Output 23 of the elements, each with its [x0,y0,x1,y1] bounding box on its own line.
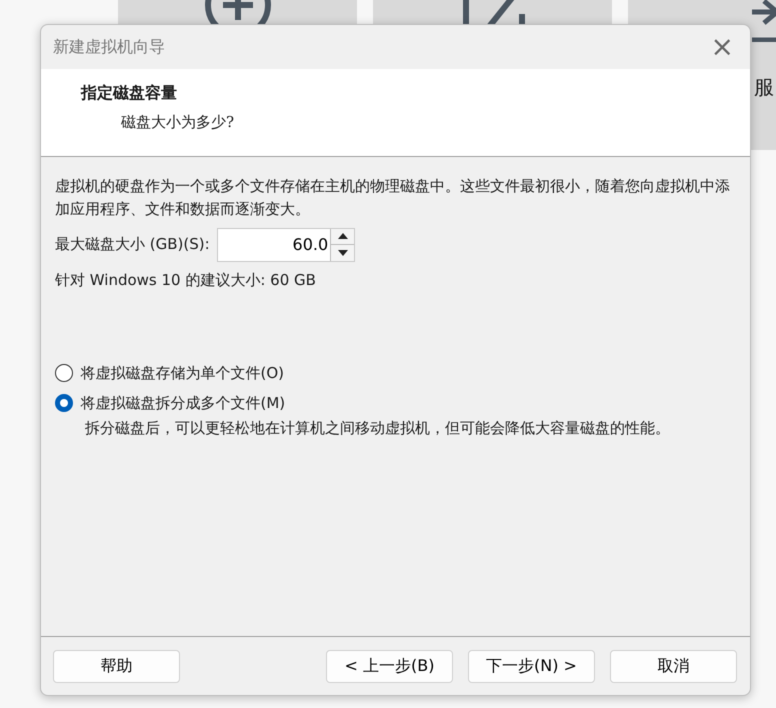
radio-label[interactable]: 将虚拟磁盘拆分成多个文件(M) [80,392,286,414]
radio-button[interactable] [55,364,73,382]
disk-size-label: 最大磁盘大小 (GB)(S): [55,234,210,256]
spin-up-button[interactable] [331,228,354,244]
spin-down-button[interactable] [331,244,354,260]
option-note: 拆分磁盘后，可以更轻松地在计算机之间移动虚拟机，但可能会降低大容量磁盘的性能。 [84,418,671,438]
down-arrow-icon [338,250,348,256]
up-arrow-icon [338,233,348,240]
recommendation-text: 针对 Windows 10 的建议大小: 60 GB [55,270,317,291]
description-text: 虚拟机的硬盘作为一个或多个文件存储在主机的物理磁盘中。这些文件最初很小，随着您向虚拟机中添加应用程序、文件和数据而逐渐变大。 [55,176,731,220]
tile-label: 服 [754,74,774,101]
arrow-icon [752,0,776,42]
wizard-button[interactable]: 取消 [610,650,737,682]
radio-button[interactable] [55,394,73,412]
window-title: 新建虚拟机向导 [53,36,165,58]
wizard-button[interactable]: < 上一步(B) [326,650,453,682]
wizard-button[interactable]: 下一步(N) > [468,650,595,682]
close-button[interactable]: × [706,33,738,61]
help-button[interactable]: 帮助 [53,650,180,682]
header-subtitle: 磁盘大小为多少? [120,112,236,133]
radio-label[interactable]: 将虚拟磁盘存储为单个文件(O) [80,362,284,384]
header-title: 指定磁盘容量 [81,82,178,104]
disk-size-spinner[interactable]: 60.0 [217,228,356,262]
